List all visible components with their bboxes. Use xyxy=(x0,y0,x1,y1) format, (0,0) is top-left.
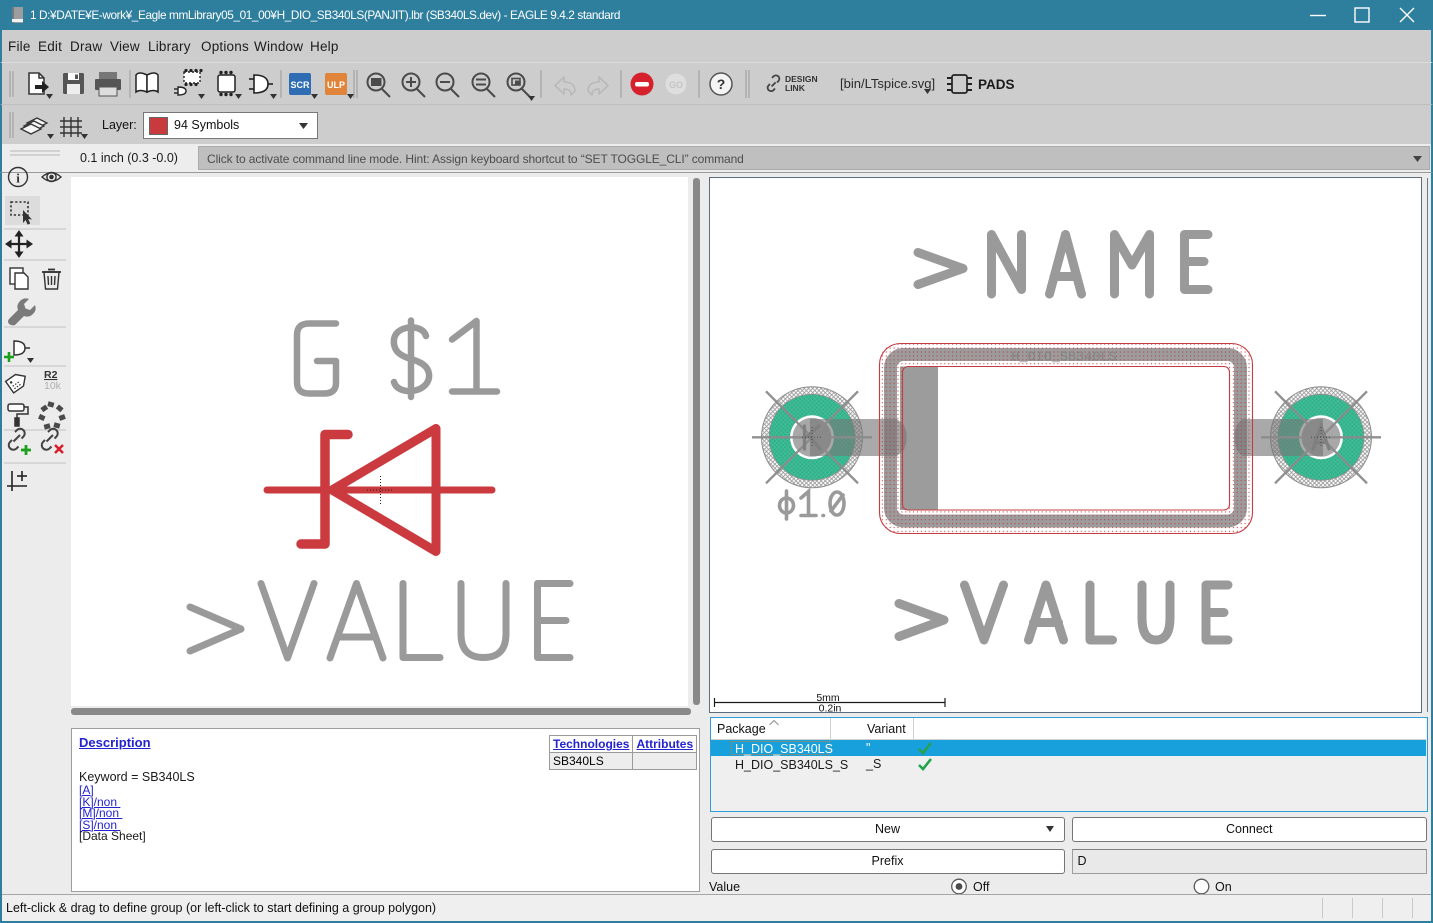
svg-text:H_DIO_SB340LS: H_DIO_SB340LS xyxy=(1011,351,1116,366)
svg-text:0.2in: 0.2in xyxy=(819,703,842,713)
svg-text:GO: GO xyxy=(669,80,683,90)
svg-text:10k: 10k xyxy=(44,380,62,392)
svg-text:PADS: PADS xyxy=(978,77,1015,92)
svg-text:LINK: LINK xyxy=(785,83,806,93)
svg-text:?: ? xyxy=(717,76,726,92)
svg-text:i: i xyxy=(16,171,20,186)
svg-text:SCR: SCR xyxy=(290,80,310,90)
svg-text:[bin/LTspice.svg]: [bin/LTspice.svg] xyxy=(840,76,935,91)
svg-text:ULP: ULP xyxy=(327,80,345,90)
